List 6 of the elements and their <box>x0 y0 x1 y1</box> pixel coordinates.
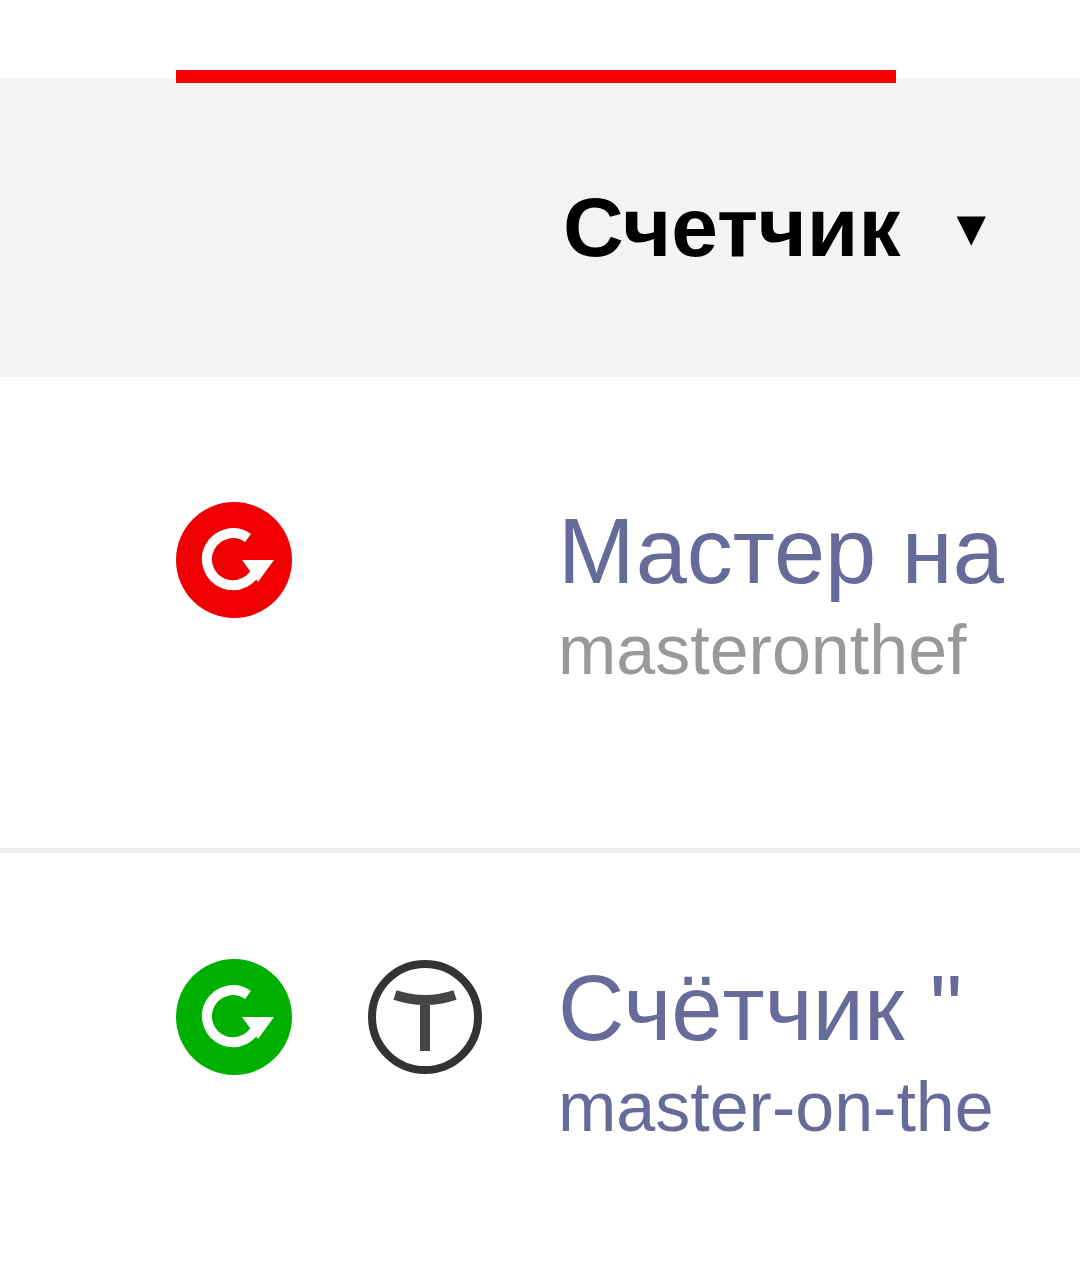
counter-domain[interactable]: master-on-the <box>558 1067 1080 1147</box>
counter-name-link[interactable]: Мастер на <box>558 496 1080 606</box>
counter-domain: masteronthef <box>558 610 968 690</box>
column-header[interactable]: Счетчик <box>563 179 901 276</box>
sort-arrow[interactable]: ▼ <box>946 198 997 257</box>
counter-name-link[interactable]: Счётчик " <box>558 953 1080 1063</box>
